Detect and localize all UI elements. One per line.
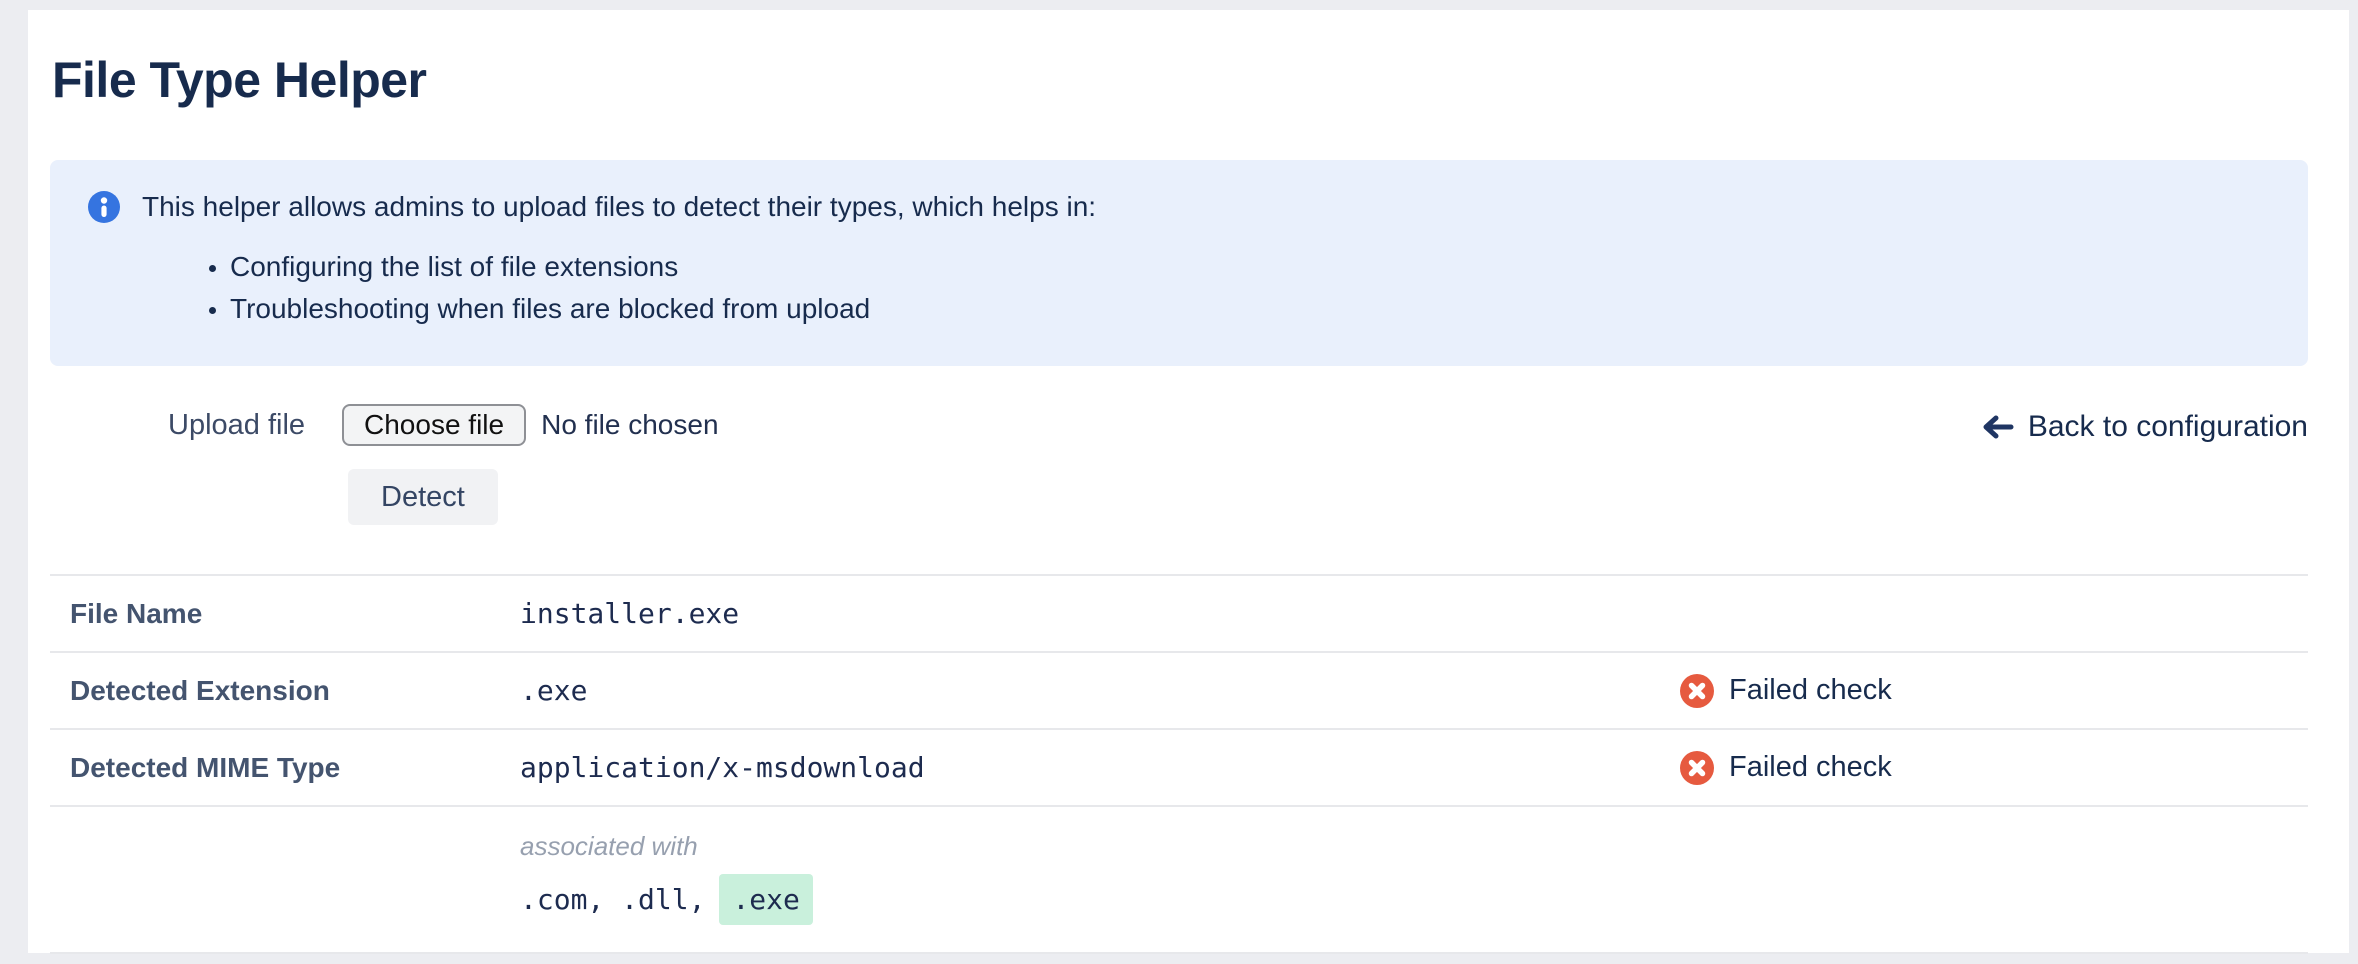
row-label: Detected MIME Type — [50, 752, 520, 784]
row-label: File Name — [50, 598, 520, 630]
table-row-file-name: File Name installer.exe — [50, 574, 2308, 651]
failed-check-label: Failed check — [1729, 751, 1892, 784]
table-row-detected-extension: Detected Extension .exe Failed check — [50, 651, 2308, 728]
upload-form: Upload file Choose file No file chosen B… — [50, 404, 2308, 525]
matched-extension-highlight: .exe — [719, 874, 812, 925]
failed-check-label: Failed check — [1729, 674, 1892, 707]
extension-list: .com, .dll, .exe — [520, 874, 1680, 925]
row-label: Detected Extension — [50, 675, 520, 707]
table-row-associated-extensions: associated with .com, .dll, .exe — [50, 805, 2308, 952]
back-to-configuration-link[interactable]: Back to configuration — [1978, 410, 2308, 444]
info-banner-bullet: Troubleshooting when files are blocked f… — [230, 288, 2268, 330]
info-banner-bullet-list: Configuring the list of file extensions … — [88, 246, 2268, 330]
info-banner-text: This helper allows admins to upload file… — [142, 190, 1096, 224]
page-title: File Type Helper — [52, 50, 2308, 110]
extension-list-prefix: .com, .dll, — [520, 883, 705, 916]
info-icon — [88, 191, 120, 223]
detect-button[interactable]: Detect — [348, 469, 498, 525]
upload-file-label: Upload file — [168, 409, 342, 442]
no-file-chosen-text: No file chosen — [541, 409, 718, 441]
info-banner: This helper allows admins to upload file… — [50, 160, 2308, 366]
detected-extension-value: .exe — [520, 674, 1680, 707]
file-input[interactable]: Choose file No file chosen — [342, 404, 719, 446]
file-name-value: installer.exe — [520, 597, 1680, 630]
failed-check-badge: Failed check — [1680, 751, 2308, 785]
error-cross-icon — [1680, 674, 1714, 708]
associated-with-label: associated with — [520, 831, 1680, 862]
table-row-detected-mime-type: Detected MIME Type application/x-msdownl… — [50, 728, 2308, 805]
detected-mime-type-value: application/x-msdownload — [520, 751, 1680, 784]
file-type-helper-panel: File Type Helper This helper allows admi… — [28, 10, 2349, 953]
info-banner-bullet: Configuring the list of file extensions — [230, 246, 2268, 288]
back-link-label: Back to configuration — [2028, 410, 2308, 444]
arrow-left-icon — [1978, 414, 2014, 440]
associated-extensions-cell: associated with .com, .dll, .exe — [520, 807, 1680, 952]
results-table: File Name installer.exe Detected Extensi… — [50, 574, 2308, 954]
error-cross-icon — [1680, 751, 1714, 785]
failed-check-badge: Failed check — [1680, 674, 2308, 708]
choose-file-button[interactable]: Choose file — [342, 404, 526, 446]
